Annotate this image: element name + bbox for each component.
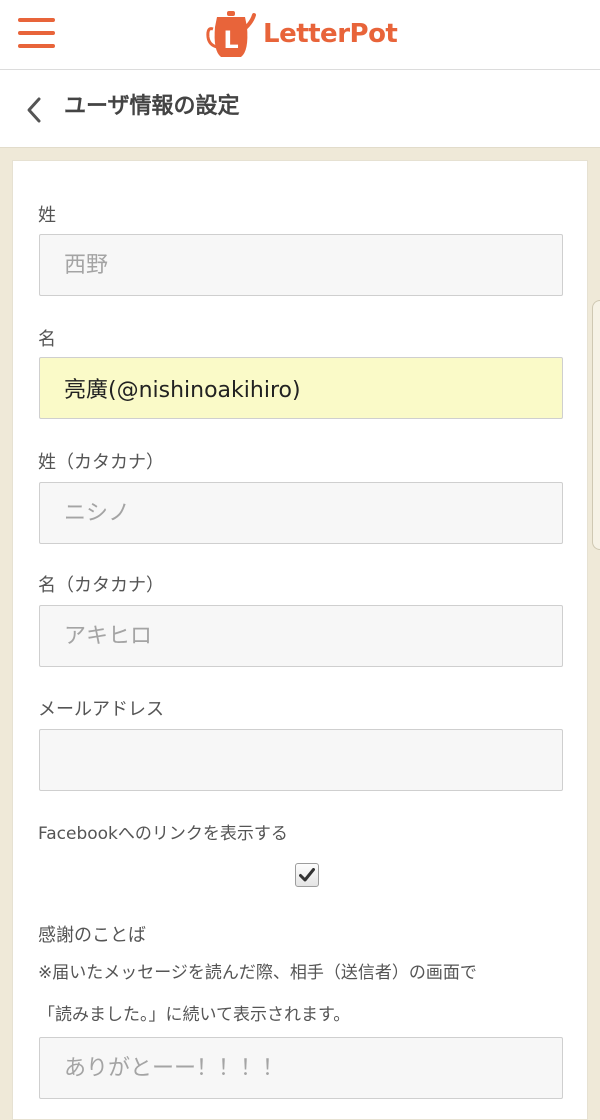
page-title: ユーザ情報の設定 <box>64 94 240 119</box>
chevron-left-icon <box>27 97 41 123</box>
back-button[interactable] <box>14 90 54 130</box>
first-name-kana-input[interactable] <box>39 605 563 667</box>
logo-text: LetterPot <box>263 19 398 49</box>
thanks-label: 感謝のことば <box>38 925 146 946</box>
last-name-kana-input[interactable] <box>39 482 563 544</box>
first-name-label: 名 <box>38 329 56 350</box>
last-name-kana-label: 姓（カタカナ） <box>38 452 164 473</box>
settings-form-card: 姓 名 姓（カタカナ） 名（カタカナ） メールアドレス Facebookへのリン… <box>12 160 588 1120</box>
thanks-input[interactable] <box>39 1037 563 1099</box>
hamburger-menu-icon[interactable] <box>18 18 55 48</box>
last-name-label: 姓 <box>38 205 56 226</box>
thanks-note-line-2: 「読みました。」に続いて表示されます。 <box>38 1005 351 1025</box>
letterpot-logo-icon: L <box>206 11 256 57</box>
sub-header: ユーザ情報の設定 <box>0 70 600 148</box>
logo-mark: L <box>223 26 238 54</box>
last-name-input[interactable] <box>39 234 563 296</box>
email-input[interactable] <box>39 729 563 791</box>
first-name-input[interactable] <box>39 357 563 419</box>
email-label: メールアドレス <box>38 699 164 720</box>
logo[interactable]: L LetterPot <box>205 6 398 62</box>
side-scroll-handle[interactable] <box>592 300 600 550</box>
first-name-kana-label: 名（カタカナ） <box>38 575 164 596</box>
facebook-link-checkbox[interactable] <box>295 863 319 887</box>
top-bar: L LetterPot <box>0 0 600 70</box>
facebook-link-label: Facebookへのリンクを表示する <box>38 824 288 844</box>
thanks-note-line-1: ※届いたメッセージを読んだ際、相手（送信者）の画面で <box>38 963 477 983</box>
checkmark-icon <box>299 868 315 882</box>
